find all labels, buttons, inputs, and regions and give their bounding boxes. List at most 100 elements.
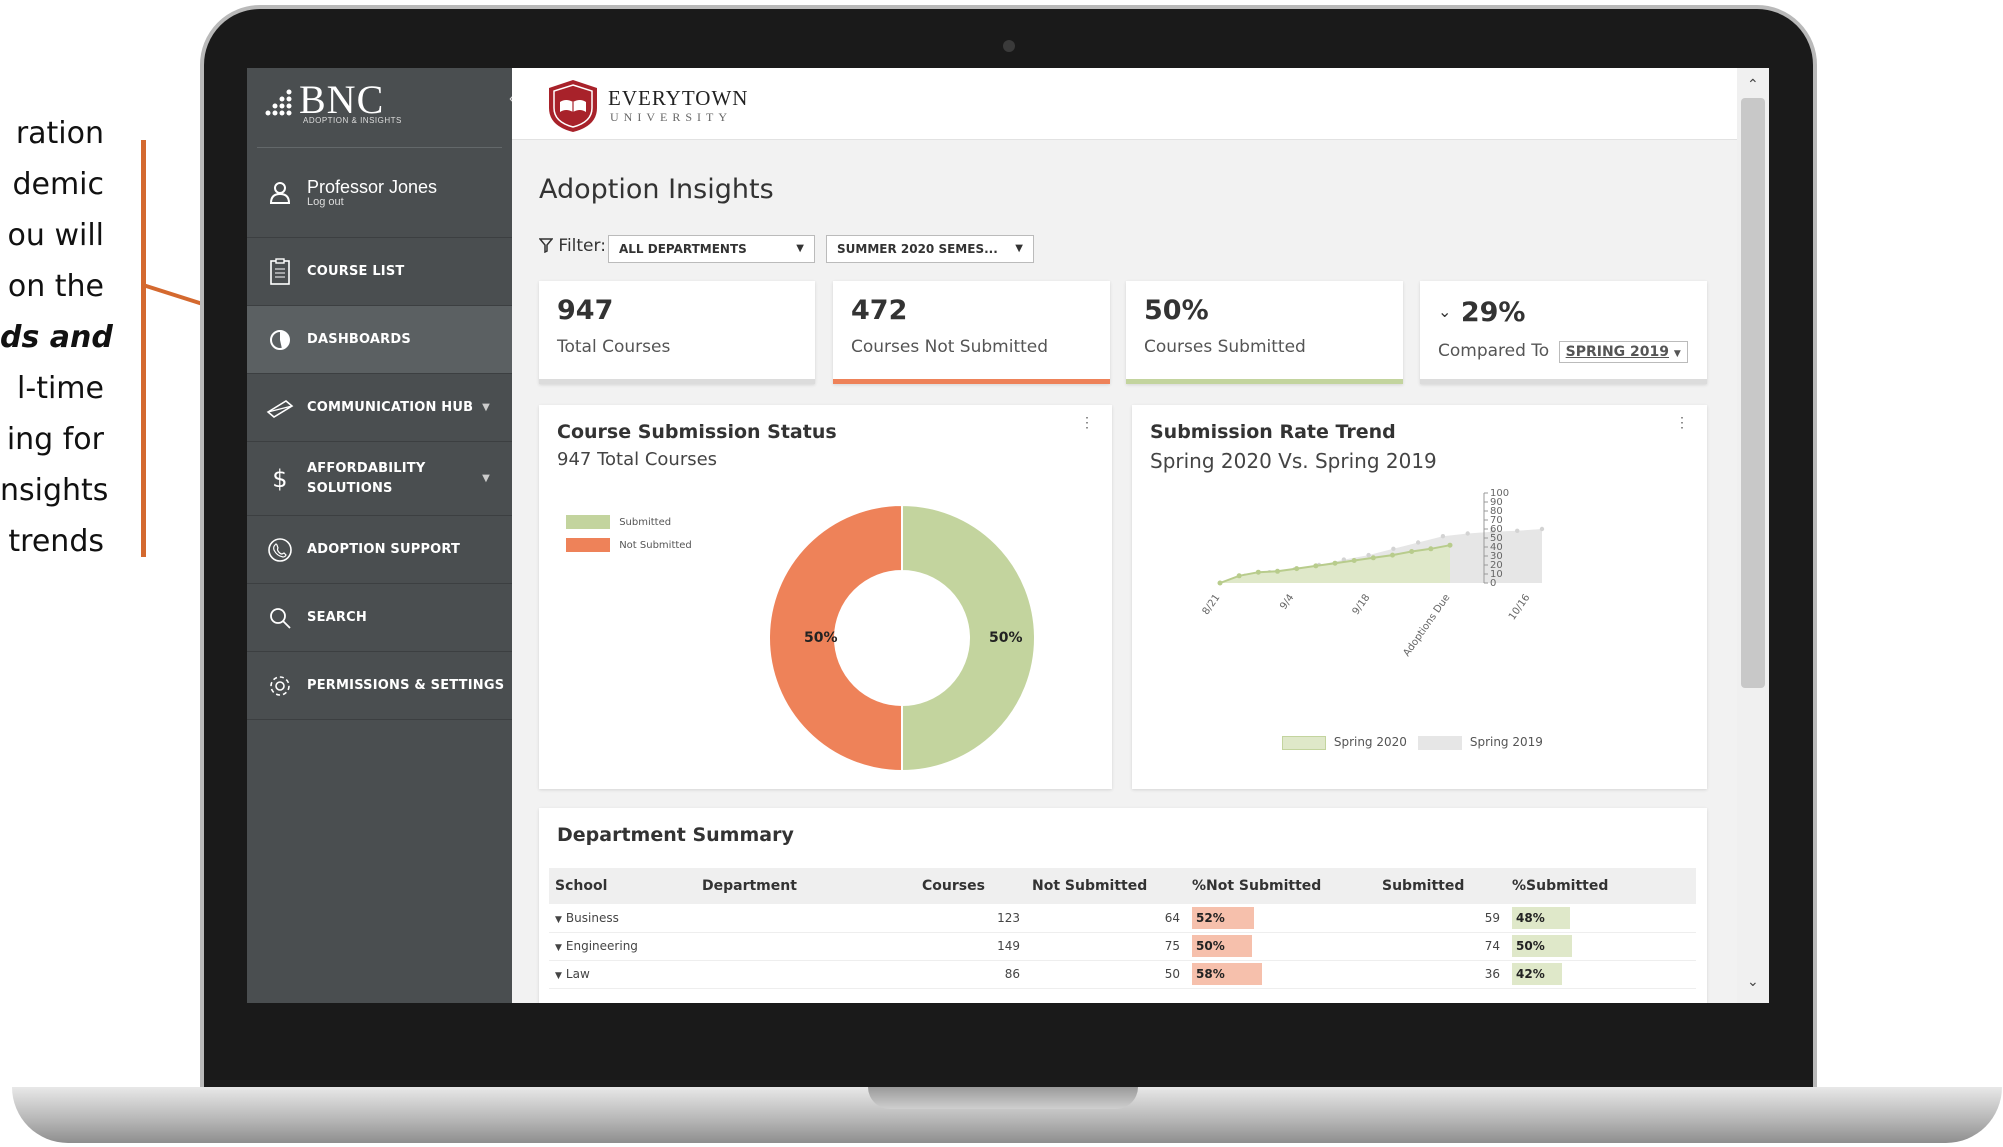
chevron-down-icon: ▼ [482,472,490,484]
point-spring-2020 [1351,558,1357,563]
donut-chart: 50% 50% [768,503,1036,773]
column-header-pct-not-submitted[interactable]: %Not Submitted [1186,868,1376,904]
expand-caret-icon[interactable]: ▼ [555,915,562,925]
sidebar-item-permissions-settings[interactable]: PERMISSIONS & SETTINGS [247,652,512,720]
sidebar-item-adoption-support[interactable]: ADOPTION SUPPORT [247,516,512,584]
user-icon [265,181,295,205]
school-cell[interactable]: ▼ Law [549,960,696,989]
school-name: Law [565,967,590,981]
legend-label: Spring 2020 [1333,735,1407,749]
courses-cell: 149 [916,932,1026,961]
pct-submitted-bar: 42% [1512,963,1563,985]
pct-submitted-bar: 48% [1512,906,1570,929]
pct-not-submitted-cell: 50% [1186,932,1376,961]
department-summary-table: School Department Courses Not Submitted … [549,868,1696,989]
card-title: Department Summary [557,824,794,846]
department-filter-dropdown[interactable]: ALL DEPARTMENTS ▼ [608,235,815,263]
pct-submitted-cell: 48% [1506,904,1696,933]
page-title: Adoption Insights [539,174,774,205]
school-cell[interactable]: ▼ Business [549,904,696,933]
table-row[interactable]: ▼ Business 123 64 52% 59 48% [549,904,1696,933]
table-row[interactable]: ▼ Law 86 50 58% 36 42% [549,960,1696,989]
department-cell [696,904,916,933]
kpi-label: Total Courses [557,337,671,357]
pct-submitted-bar: 50% [1512,935,1572,957]
point-spring-2020 [1447,542,1453,548]
point-spring-2020 [1409,549,1415,554]
x-tick-label: 9/18 [1351,592,1373,617]
gear-icon [265,671,295,701]
course-submission-status-card: Course Submission Status 947 Total Cours… [539,405,1112,789]
kpi-submitted: 50% Courses Submitted [1126,281,1403,384]
point-spring-2020 [1217,580,1223,586]
column-header-courses[interactable]: Courses [916,868,1026,904]
table-row[interactable]: ▼ Engineering 149 75 50% 74 50% [549,932,1696,961]
kpi-label: Courses Submitted [1144,337,1306,357]
sidebar-item-label: ADOPTION SUPPORT [307,542,461,557]
sidebar-item-search[interactable]: SEARCH [247,584,512,652]
sidebar-item-label: AFFORDABILITY SOLUTIONS [307,460,426,496]
table-header-row: School Department Courses Not Submitted … [549,868,1696,904]
top-header: EVERYTOWN UNIVERSITY [512,68,1737,140]
chevron-down-icon: ▼ [1673,349,1681,359]
column-header-submitted[interactable]: Submitted [1376,868,1506,904]
donut-label-left: 50% [804,630,838,646]
column-header-department[interactable]: Department [696,868,916,904]
page: ration demic ou will on the ds and l-tim… [0,0,2003,1147]
vertical-scrollbar[interactable]: ⌃ ⌄ [1737,68,1769,1003]
sidebar-item-communication-hub[interactable]: COMMUNICATION HUB ▼ [247,374,512,442]
point-spring-2019 [1440,534,1446,539]
semester-filter-dropdown[interactable]: SUMMER 2020 SEMES... ▼ [826,235,1034,263]
brand-logo[interactable]: BNC ADOPTION & INSIGHTS ‹ [257,68,514,148]
point-spring-2020 [1332,560,1338,566]
chevron-down-icon: ▼ [482,402,490,413]
expand-caret-icon[interactable]: ▼ [555,943,562,953]
point-spring-2020 [1370,555,1376,561]
compare-term-value: SPRING 2019 [1565,344,1670,360]
screen: BNC ADOPTION & INSIGHTS ‹ Professor Jone… [247,68,1769,1003]
clipboard-icon [265,257,295,287]
column-header-school[interactable]: School [549,868,696,904]
pct-not-submitted-bar: 58% [1192,963,1262,985]
phone-icon [265,535,295,565]
semester-filter-value: SUMMER 2020 SEMES... [837,242,998,256]
sidebar-item-dashboards[interactable]: DASHBOARDS [247,306,512,374]
school-name: Business [565,910,619,925]
filter-label: Filter: [538,236,606,256]
x-tick-label: Adoptions Due [1401,592,1452,658]
pct-not-submitted-cell: 58% [1186,960,1376,989]
kpi-compared-value: 29% [1460,297,1526,328]
kpi-total-courses: 947 Total Courses [539,281,815,384]
department-cell [696,960,916,989]
kpi-underline [1420,379,1707,384]
chevron-down-icon: ▼ [1015,243,1023,254]
kpi-not-submitted: 472 Courses Not Submitted [833,281,1110,384]
scroll-down-icon[interactable]: ⌄ [1747,973,1759,990]
department-filter-value: ALL DEPARTMENTS [619,242,747,256]
chevron-down-icon: ▼ [796,243,804,254]
submission-rate-trend-card: Submission Rate Trend Spring 2020 Vs. Sp… [1132,405,1707,789]
point-spring-2020 [1236,573,1242,579]
university-name: EVERYTOWN [608,86,749,110]
compare-term-dropdown[interactable]: SPRING 2019 ▼ [1558,341,1688,363]
university-shield-icon[interactable] [546,78,600,134]
school-name: Engineering [565,939,638,953]
sidebar-item-course-list[interactable]: COURSE LIST [247,238,512,306]
legend-label: Spring 2019 [1469,735,1543,749]
point-spring-2020 [1428,546,1434,552]
column-header-pct-submitted[interactable]: %Submitted [1506,868,1696,904]
not-submitted-cell: 50 [1026,960,1186,989]
user-profile: Professor Jones Log out [247,148,512,238]
legend-item-spring-2019: Spring 2019 [1418,735,1543,750]
point-spring-2019 [1366,552,1371,558]
kpi-value: ⌄ 29% [1438,297,1525,328]
kpi-value: 472 [851,295,908,326]
scroll-thumb[interactable] [1741,98,1765,688]
expand-caret-icon[interactable]: ▼ [555,971,562,981]
point-spring-2019 [1515,528,1520,533]
scroll-up-icon[interactable]: ⌃ [1747,76,1759,93]
sidebar-item-affordability-solutions[interactable]: $ AFFORDABILITY SOLUTIONS ▼ [247,442,512,516]
school-cell[interactable]: ▼ Engineering [549,932,696,961]
point-spring-2020 [1294,566,1300,572]
column-header-not-submitted[interactable]: Not Submitted [1026,868,1186,904]
